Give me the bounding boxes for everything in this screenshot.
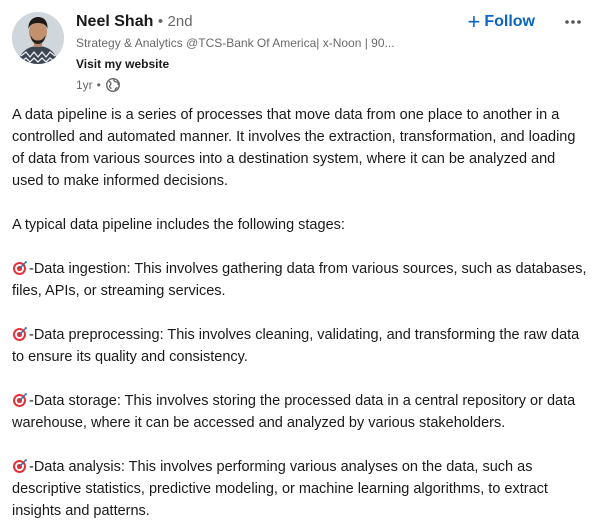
author-name[interactable]: Neel Shah [76, 13, 153, 30]
stage-text: -Data storage: This involves storing the… [12, 393, 576, 431]
avatar-image [12, 12, 64, 64]
avatar[interactable] [12, 12, 64, 64]
follow-label: Follow [484, 13, 535, 30]
follow-button[interactable]: + Follow [467, 10, 535, 34]
name-separator: • [157, 13, 164, 30]
stage-text: -Data analysis: This involves performing… [12, 459, 548, 519]
direct-hit-target-icon [12, 326, 28, 342]
stage-item: -Data preprocessing: This involves clean… [12, 324, 587, 368]
stage-item: -Data analysis: This involves performing… [12, 456, 587, 522]
direct-hit-target-icon [12, 458, 28, 474]
author-info: Neel Shah • 2nd Strategy & Analytics @TC… [76, 10, 456, 93]
feed-post: Neel Shah • 2nd Strategy & Analytics @TC… [0, 0, 597, 524]
stage-item: -Data storage: This involves storing the… [12, 390, 587, 434]
stage-text: -Data preprocessing: This involves clean… [12, 327, 580, 365]
plus-icon: + [467, 9, 481, 34]
visit-website-link[interactable]: Visit my website [76, 56, 169, 72]
post-meta: 1yr • [76, 77, 456, 93]
post-body: A data pipeline is a series of processes… [12, 104, 587, 522]
more-horizontal-icon[interactable] [561, 10, 585, 34]
post-header: Neel Shah • 2nd Strategy & Analytics @TC… [12, 10, 587, 96]
author-name-line: Neel Shah • 2nd [76, 10, 456, 34]
stages-intro: A typical data pipeline includes the fol… [12, 217, 345, 233]
post-intro-paragraph: A data pipeline is a series of processes… [12, 107, 576, 189]
globe-icon [105, 77, 121, 93]
meta-separator: • [96, 78, 101, 92]
direct-hit-target-icon [12, 260, 28, 276]
post-age: 1yr [76, 78, 93, 92]
stage-text: -Data ingestion: This involves gathering… [12, 261, 587, 299]
stage-item: -Data ingestion: This involves gathering… [12, 258, 587, 302]
author-headline: Strategy & Analytics @TCS-Bank Of Americ… [76, 36, 395, 50]
direct-hit-target-icon [12, 392, 28, 408]
connection-degree: 2nd [167, 13, 193, 30]
